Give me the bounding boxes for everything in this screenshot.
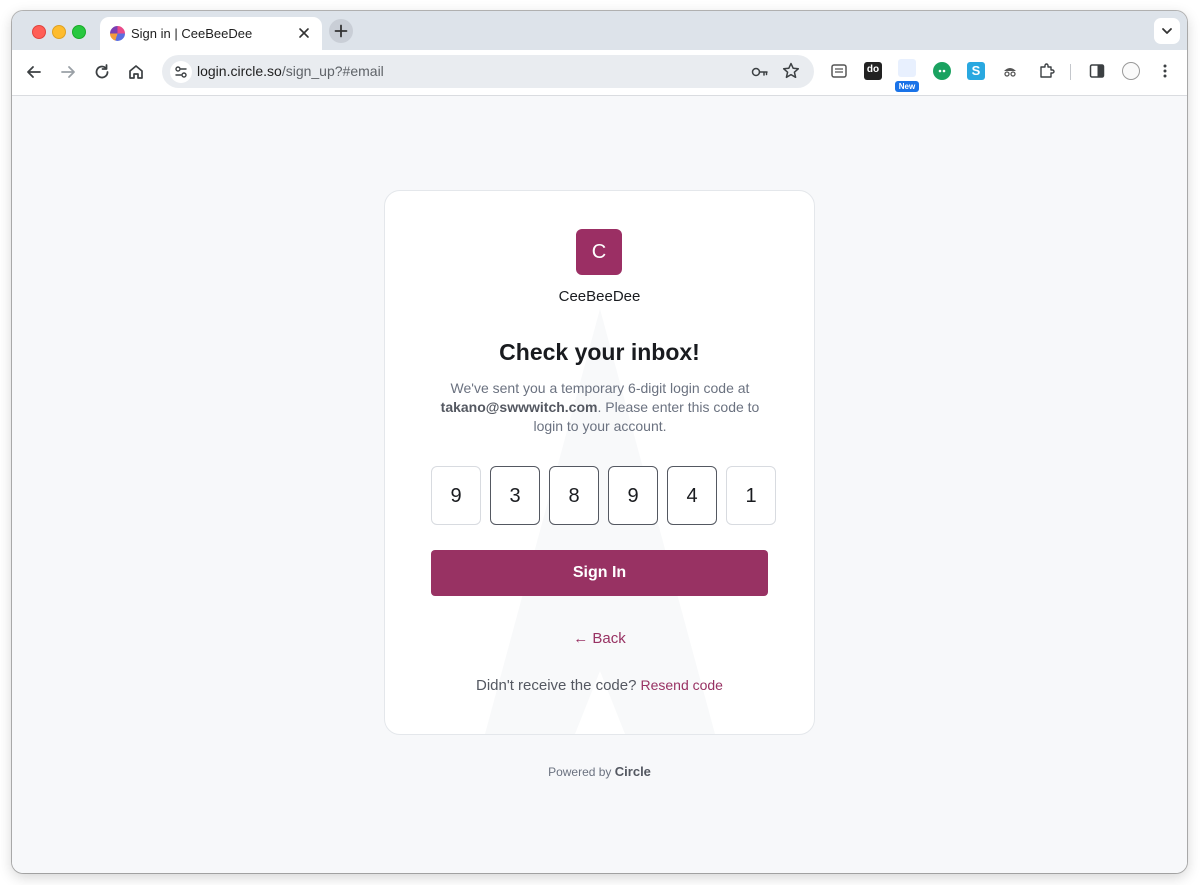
home-icon <box>129 65 143 79</box>
page-title: Check your inbox! <box>499 339 700 365</box>
powered-by-label: Powered by <box>548 765 612 779</box>
menu-kebab-icon[interactable] <box>1156 62 1174 80</box>
chevron-down-icon <box>1162 28 1172 34</box>
s-extension-icon[interactable]: S <box>967 62 985 80</box>
close-window-button[interactable] <box>32 25 46 39</box>
code-digit-input[interactable]: 4 <box>667 466 717 525</box>
tab-strip: Sign in | CeeBeeDee <box>12 11 1187 50</box>
url-text: login.circle.so/sign_up?#email <box>197 63 384 79</box>
arrow-right-icon <box>61 66 75 78</box>
incognito-extension-icon[interactable] <box>1001 62 1019 80</box>
new-badge: New <box>895 81 919 92</box>
tab-search-button[interactable] <box>1154 18 1180 44</box>
code-digit-input[interactable]: 1 <box>726 466 776 525</box>
code-digit-input[interactable]: 9 <box>431 466 481 525</box>
browser-window: Sign in | CeeBeeDee login.circle.so/sign… <box>12 11 1187 873</box>
resend-prompt: Didn't receive the code? <box>476 677 637 694</box>
instructions-text: We've sent you a temporary 6-digit login… <box>430 379 770 436</box>
code-digit-input[interactable]: 8 <box>549 466 599 525</box>
url-path: /sign_up?#email <box>281 63 384 79</box>
browser-toolbar: login.circle.so/sign_up?#email do New S <box>12 50 1187 96</box>
tab-close-icon[interactable] <box>294 23 314 43</box>
reader-extension-icon[interactable] <box>830 62 848 80</box>
circle-favicon-icon <box>110 26 125 41</box>
instructions-prefix: We've sent you a temporary 6-digit login… <box>450 380 750 396</box>
tab-active[interactable]: Sign in | CeeBeeDee <box>100 17 322 50</box>
site-settings-icon[interactable] <box>170 61 192 83</box>
reload-button[interactable] <box>91 61 113 83</box>
extensions-puzzle-icon[interactable] <box>1037 62 1055 80</box>
sign-in-button[interactable]: Sign In <box>431 550 768 596</box>
powered-by-footer: Powered by Circle <box>12 764 1187 779</box>
email-address: takano@swwwitch.com <box>440 399 598 415</box>
do-extension-icon[interactable]: do <box>864 62 882 80</box>
address-bar[interactable]: login.circle.so/sign_up?#email <box>162 55 814 88</box>
resend-code-link[interactable]: Resend code <box>640 677 723 693</box>
minimize-window-button[interactable] <box>52 25 66 39</box>
back-link[interactable]: ← Back <box>385 630 814 647</box>
resend-row: Didn't receive the code? Resend code <box>385 677 814 694</box>
back-nav-button[interactable] <box>23 61 45 83</box>
zoom-window-button[interactable] <box>72 25 86 39</box>
reload-icon <box>95 64 109 79</box>
side-panel-icon[interactable] <box>1088 62 1106 80</box>
url-host: login.circle.so <box>197 63 282 79</box>
community-logo: C <box>576 229 622 275</box>
chat-extension-icon[interactable] <box>933 62 951 80</box>
new-extension-icon[interactable] <box>898 59 916 77</box>
new-tab-button[interactable] <box>329 19 353 43</box>
arrow-left-icon <box>27 66 41 78</box>
page-content: C CeeBeeDee Check your inbox! We've sent… <box>12 96 1187 873</box>
bookmark-star-icon[interactable] <box>781 61 801 81</box>
profile-avatar[interactable] <box>1122 62 1140 80</box>
password-key-icon[interactable] <box>750 62 770 82</box>
toolbar-divider <box>1070 64 1071 80</box>
home-button[interactable] <box>125 61 147 83</box>
circle-brand-link[interactable]: Circle <box>615 764 651 779</box>
forward-nav-button[interactable] <box>57 61 79 83</box>
code-digit-input[interactable]: 9 <box>608 466 658 525</box>
tab-title: Sign in | CeeBeeDee <box>131 26 253 41</box>
code-digit-input[interactable]: 3 <box>490 466 540 525</box>
community-name: CeeBeeDee <box>558 288 641 305</box>
signin-card: C CeeBeeDee Check your inbox! We've sent… <box>384 190 815 735</box>
